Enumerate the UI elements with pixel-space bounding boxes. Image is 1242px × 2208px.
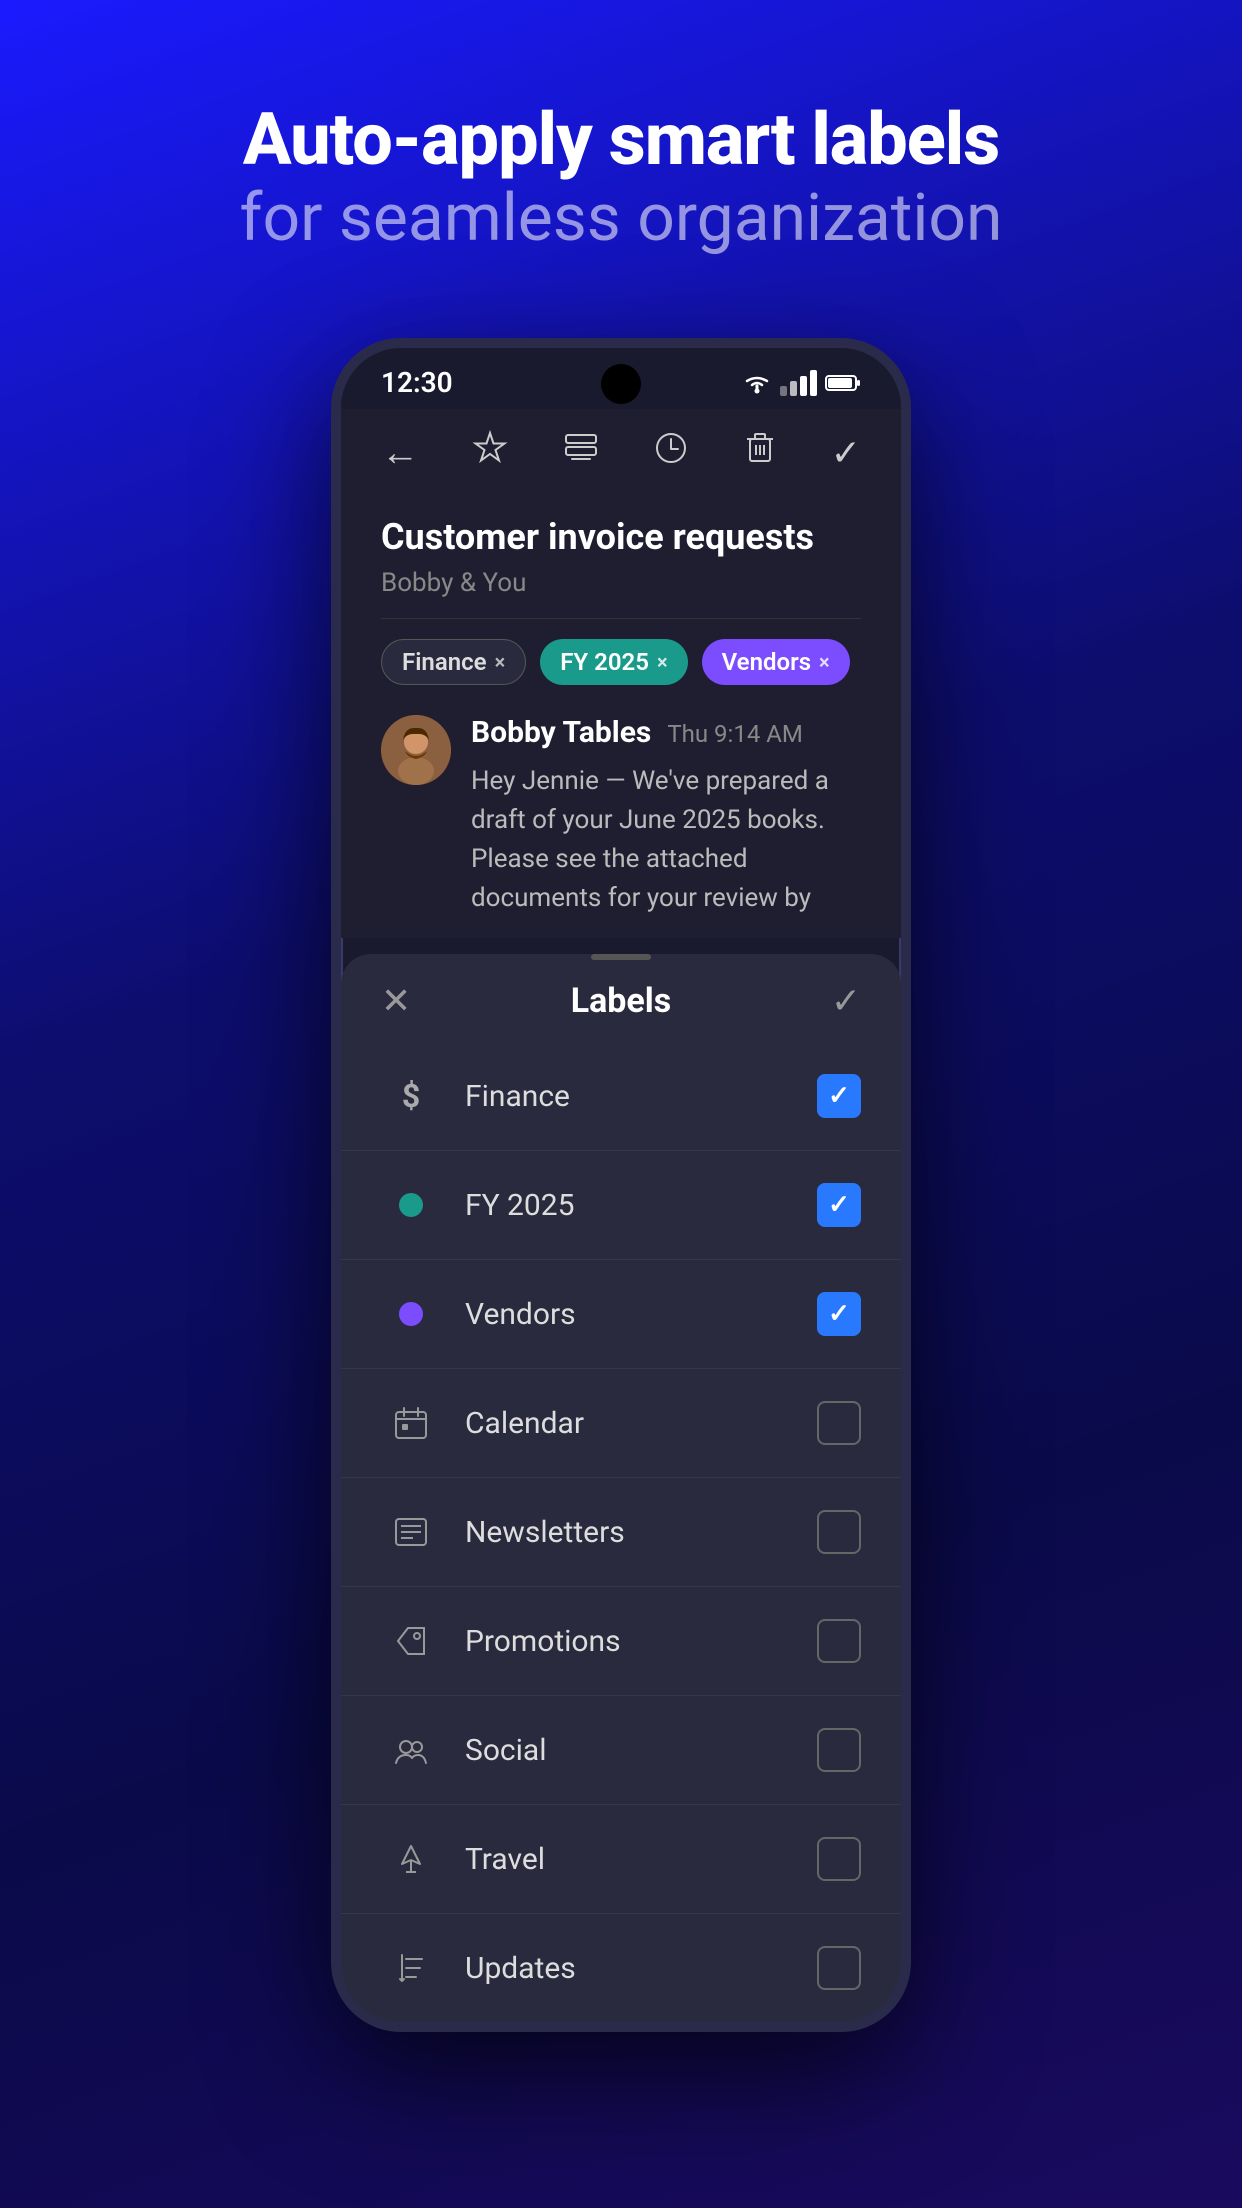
panel-close-button[interactable]: ✕: [381, 980, 411, 1022]
label-item-newsletters[interactable]: Newsletters: [341, 1478, 901, 1587]
promotions-checkbox[interactable]: [817, 1619, 861, 1663]
email-message: Bobby Tables Thu 9:14 AM Hey Jennie — We…: [381, 715, 861, 918]
label-vendors-name: Vendors: [465, 1297, 817, 1332]
panel-confirm-button[interactable]: ✓: [831, 980, 861, 1022]
battery-icon: [825, 373, 861, 393]
label-item-promotions[interactable]: Promotions: [341, 1587, 901, 1696]
message-time: Thu 9:14 AM: [667, 720, 803, 748]
avatar: [381, 715, 451, 785]
label-social-name: Social: [465, 1733, 817, 1768]
tag-fy2025-label: FY 2025: [560, 648, 649, 676]
back-button[interactable]: ←: [381, 431, 419, 475]
label-promotions-name: Promotions: [465, 1624, 817, 1659]
panel-title: Labels: [571, 981, 672, 1021]
label-item-vendors[interactable]: Vendors: [341, 1260, 901, 1369]
travel-icon: [381, 1829, 441, 1889]
wifi-icon: [742, 372, 772, 394]
panel-header: ✕ Labels ✓: [341, 960, 901, 1042]
email-content: Customer invoice requests Bobby & You Fi…: [341, 496, 901, 938]
phone-frame: 12:30: [331, 338, 911, 2032]
tag-vendors-remove[interactable]: ×: [819, 650, 830, 674]
status-time: 12:30: [381, 366, 453, 399]
hero-title: Auto-apply smart labels: [240, 100, 1003, 179]
updates-checkbox[interactable]: [817, 1946, 861, 1990]
newsletter-icon: [381, 1502, 441, 1562]
checkmark-button[interactable]: ✓: [831, 432, 861, 474]
label-item-social[interactable]: Social: [341, 1696, 901, 1805]
fy2025-icon: [381, 1175, 441, 1235]
message-body: Bobby Tables Thu 9:14 AM Hey Jennie — We…: [471, 715, 861, 918]
social-checkbox[interactable]: [817, 1728, 861, 1772]
hero-subtitle: for seamless organization: [240, 179, 1003, 258]
tag-finance-remove[interactable]: ×: [495, 650, 506, 674]
hero-section: Auto-apply smart labels for seamless org…: [240, 100, 1003, 258]
newsletters-checkbox[interactable]: [817, 1510, 861, 1554]
phone-mockup: 12:30: [331, 338, 911, 2208]
star-button[interactable]: [471, 429, 509, 476]
label-fy2025-name: FY 2025: [465, 1188, 817, 1223]
labels-panel: ✕ Labels ✓ $ Finance FY 2025: [341, 954, 901, 2022]
tag-finance-label: Finance: [402, 648, 487, 676]
label-finance-name: Finance: [465, 1079, 817, 1114]
message-text: Hey Jennie — We've prepared a draft of y…: [471, 762, 861, 918]
tag-fy2025-remove[interactable]: ×: [657, 650, 668, 674]
label-item-calendar[interactable]: Calendar: [341, 1369, 901, 1478]
label-updates-name: Updates: [465, 1951, 817, 1986]
label-item-fy2025[interactable]: FY 2025: [341, 1151, 901, 1260]
label-calendar-name: Calendar: [465, 1406, 817, 1441]
label-item-finance[interactable]: $ Finance: [341, 1042, 901, 1151]
label-move-button[interactable]: [562, 429, 600, 476]
sender-name: Bobby Tables: [471, 715, 651, 750]
calendar-checkbox[interactable]: [817, 1401, 861, 1445]
clock-button[interactable]: [652, 429, 690, 476]
signal-icon: [780, 370, 817, 396]
updates-icon: [381, 1938, 441, 1998]
finance-checkbox[interactable]: [817, 1074, 861, 1118]
tag-finance[interactable]: Finance ×: [381, 639, 526, 685]
label-travel-name: Travel: [465, 1842, 817, 1877]
vendors-icon: [381, 1284, 441, 1344]
vendors-checkbox[interactable]: [817, 1292, 861, 1336]
fy2025-checkbox[interactable]: [817, 1183, 861, 1227]
promotions-icon: [381, 1611, 441, 1671]
email-participants: Bobby & You: [381, 568, 861, 619]
message-header: Bobby Tables Thu 9:14 AM: [471, 715, 861, 750]
social-icon: [381, 1720, 441, 1780]
travel-checkbox[interactable]: [817, 1837, 861, 1881]
label-item-updates[interactable]: Updates: [341, 1914, 901, 2022]
finance-icon: $: [381, 1066, 441, 1126]
email-subject: Customer invoice requests: [381, 516, 861, 558]
phone-notch: [601, 364, 641, 404]
status-icons: [742, 370, 861, 396]
email-tags: Finance × FY 2025 × Vendors ×: [381, 639, 861, 685]
tag-vendors-label: Vendors: [722, 648, 811, 676]
email-toolbar: ←: [341, 409, 901, 496]
tag-vendors[interactable]: Vendors ×: [702, 639, 850, 685]
calendar-icon: [381, 1393, 441, 1453]
trash-button[interactable]: [742, 429, 778, 476]
label-newsletters-name: Newsletters: [465, 1515, 817, 1550]
label-item-travel[interactable]: Travel: [341, 1805, 901, 1914]
tag-fy2025[interactable]: FY 2025 ×: [540, 639, 687, 685]
